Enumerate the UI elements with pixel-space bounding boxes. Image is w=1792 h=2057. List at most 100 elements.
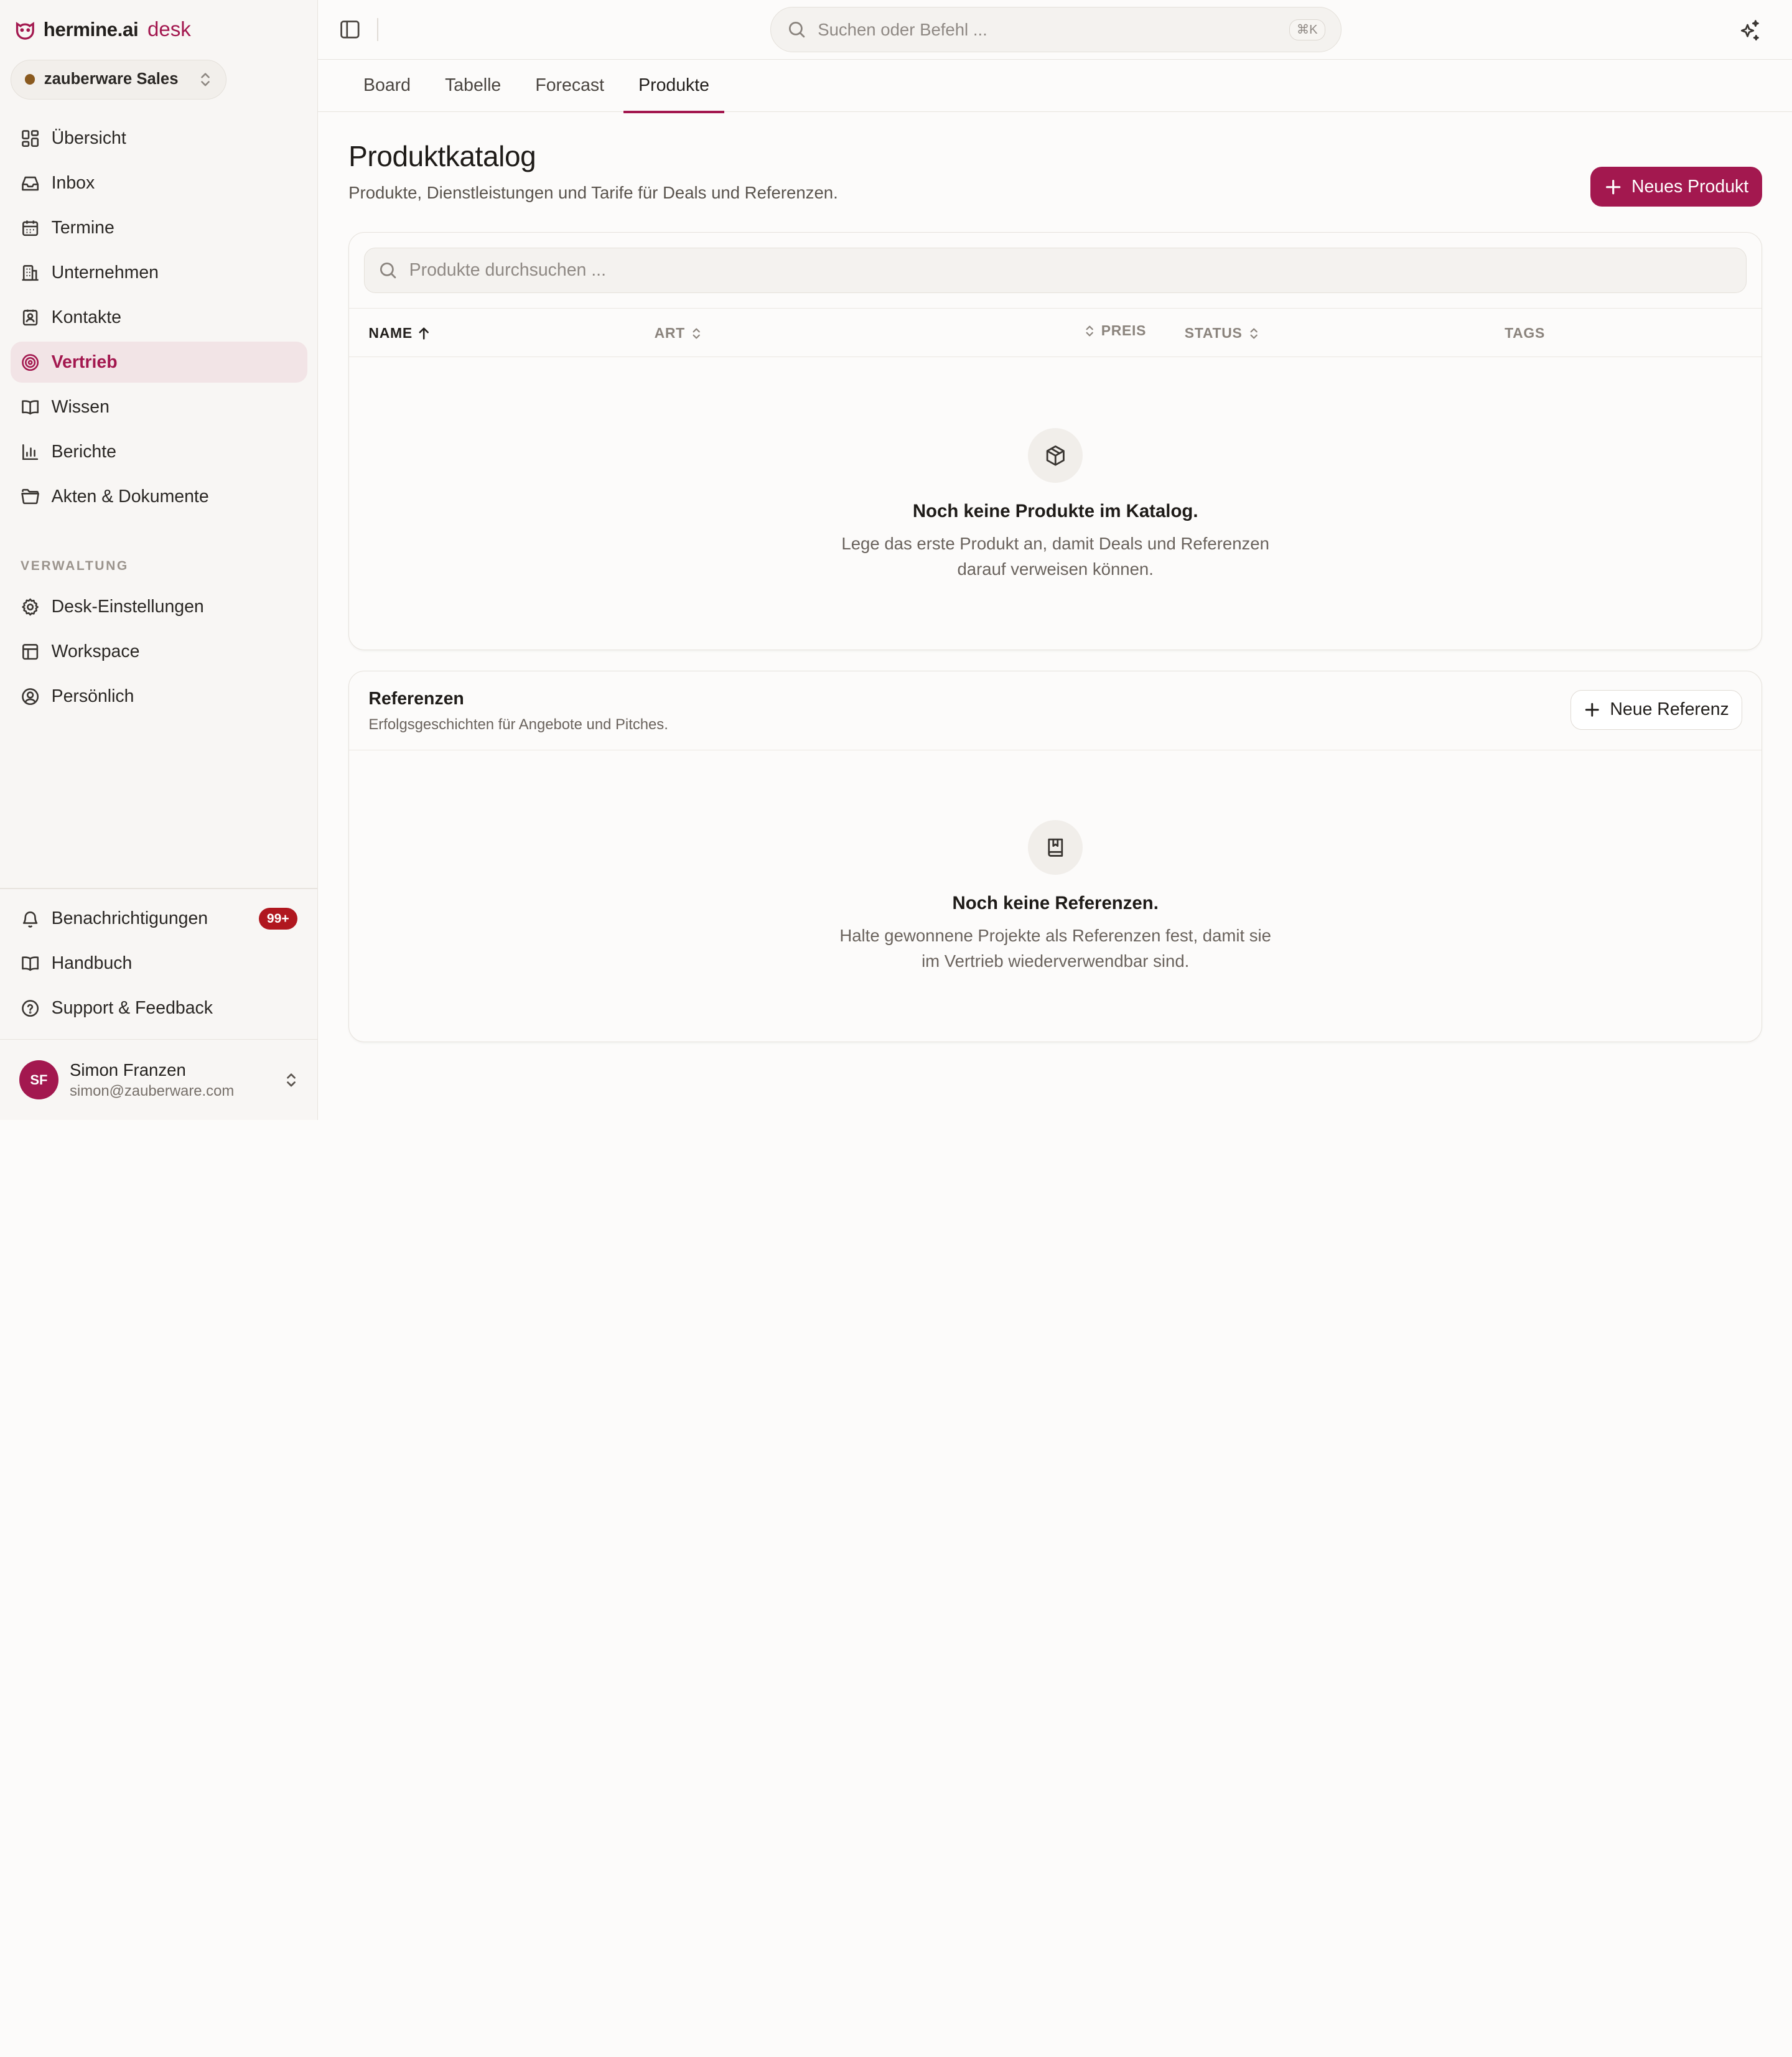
empty-state-line: darauf verweisen können.	[957, 559, 1154, 579]
admin-nav: Desk-Einstellungen Workspace Persönlich	[11, 586, 308, 721]
nav-label: Desk-Einstellungen	[51, 596, 204, 617]
book-icon	[22, 956, 39, 971]
building-icon	[22, 264, 39, 281]
user-email: simon@zauberware.com	[70, 1082, 235, 1099]
workspace-switcher[interactable]: zauberware Sales	[10, 59, 226, 100]
new-product-label: Neues Produkt	[1631, 176, 1749, 197]
nav-item-persoenlich[interactable]: Persönlich	[11, 676, 308, 717]
nav-item-wissen[interactable]: Wissen	[11, 386, 308, 427]
references-title: Referenzen	[368, 688, 464, 709]
references-header: Referenzen Erfolgsgeschichten für Angebo…	[349, 671, 1762, 750]
book-open-icon	[22, 399, 39, 414]
tab-board[interactable]: Board	[348, 60, 426, 112]
package-icon	[1028, 427, 1083, 483]
empty-state-description: Halte gewonnene Projekte als Referenzen …	[349, 923, 1762, 974]
search-icon	[788, 22, 805, 38]
column-label: TAGS	[1505, 325, 1546, 342]
page-subtitle: Produkte, Dienstleistungen und Tarife fü…	[348, 182, 838, 202]
contact-icon	[22, 309, 38, 325]
bell-icon	[22, 912, 38, 928]
main-nav: Übersicht Inbox Termine Unternehmen Kont…	[10, 118, 308, 521]
bar-chart-icon	[22, 444, 39, 460]
calendar-icon	[22, 220, 39, 236]
column-header-preis[interactable]: PREIS	[1084, 306, 1146, 355]
workspace-label: zauberware Sales	[44, 70, 179, 88]
nav-item-desk-einstellungen[interactable]: Desk-Einstellungen	[11, 586, 308, 627]
tab-tabelle[interactable]: Tabelle	[430, 60, 516, 112]
notification-count-badge: 99+	[259, 908, 297, 930]
new-reference-label: Neue Referenz	[1610, 699, 1729, 720]
view-tabs: Board Tabelle Forecast Produkte	[317, 60, 1792, 113]
user-circle-icon	[22, 688, 39, 705]
sparkles-ai-icon[interactable]	[1737, 18, 1762, 43]
nav-label: Inbox	[51, 172, 95, 193]
bookmark-book-icon	[1028, 819, 1083, 875]
nav-item-akten[interactable]: Akten & Dokumente	[11, 476, 308, 517]
references-card: Referenzen Erfolgsgeschichten für Angebo…	[348, 671, 1763, 1043]
workspace-status-dot	[24, 74, 35, 85]
products-empty-state: Noch keine Produkte im Katalog. Lege das…	[349, 427, 1762, 582]
search-icon	[380, 262, 396, 279]
nav-item-kontakte[interactable]: Kontakte	[11, 297, 308, 338]
target-icon	[22, 353, 39, 371]
layout-icon	[22, 643, 39, 660]
column-header-name[interactable]: NAME	[368, 309, 429, 358]
nav-label: Workspace	[51, 641, 140, 661]
inbox-icon	[22, 176, 39, 190]
nav-label: Wissen	[51, 396, 110, 417]
user-name: Simon Franzen	[70, 1060, 186, 1080]
nav-label: Berichte	[51, 441, 116, 462]
empty-state-description: Lege das erste Produkt an, damit Deals u…	[349, 531, 1762, 582]
nav-label: Akten & Dokumente	[51, 486, 209, 506]
brand-logo[interactable]: hermine.ai desk	[14, 16, 191, 44]
empty-state-line: Lege das erste Produkt an, damit Deals u…	[841, 534, 1269, 554]
nav-item-handbuch[interactable]: Handbuch	[11, 943, 308, 984]
nav-item-benachrichtigungen[interactable]: Benachrichtigungen 99+	[11, 898, 308, 940]
chevron-up-down-icon	[287, 1073, 296, 1087]
bottom-nav: Benachrichtigungen 99+ Handbuch Support …	[11, 898, 308, 1033]
nav-label: Übersicht	[51, 128, 126, 148]
search-placeholder: Suchen oder Befehl ...	[818, 19, 987, 39]
references-subtitle: Erfolgsgeschichten für Angebote und Pitc…	[368, 716, 668, 733]
nav-item-support[interactable]: Support & Feedback	[11, 988, 308, 1029]
nav-item-unternehmen[interactable]: Unternehmen	[11, 252, 308, 293]
product-search-placeholder: Produkte durchsuchen ...	[409, 259, 606, 280]
product-search-input[interactable]: Produkte durchsuchen ...	[364, 247, 1747, 294]
topbar: Suchen oder Befehl ... ⌘K	[317, 0, 1792, 60]
plus-icon	[1585, 702, 1599, 717]
column-header-tags: TAGS	[1505, 309, 1545, 358]
sidebar-toggle-icon[interactable]	[338, 18, 362, 41]
shortcut-hint: ⌘K	[1289, 19, 1325, 40]
sort-icon	[1086, 325, 1094, 337]
nav-item-uebersicht[interactable]: Übersicht	[11, 118, 308, 159]
empty-state-line: Halte gewonnene Projekte als Referenzen …	[839, 926, 1271, 946]
tab-forecast[interactable]: Forecast	[520, 60, 618, 112]
avatar: SF	[19, 1060, 58, 1099]
column-header-status[interactable]: STATUS	[1185, 309, 1259, 358]
dashboard-icon	[22, 129, 39, 147]
empty-state-title: Noch keine Produkte im Katalog.	[912, 501, 1198, 522]
nav-item-termine[interactable]: Termine	[11, 207, 308, 248]
empty-state-line: im Vertrieb wiederverwendbar sind.	[922, 951, 1190, 971]
sidebar-divider	[0, 888, 318, 889]
nav-item-berichte[interactable]: Berichte	[11, 431, 308, 472]
nav-item-workspace[interactable]: Workspace	[11, 631, 308, 672]
brand-name: hermine.ai	[43, 18, 139, 40]
product-table-header: NAME ART PREIS STATUS TAGS	[349, 306, 1762, 358]
nav-label: Unternehmen	[51, 262, 159, 282]
page-title: Produktkatalog	[348, 140, 536, 173]
nav-item-inbox[interactable]: Inbox	[11, 162, 308, 203]
global-search-input[interactable]: Suchen oder Befehl ... ⌘K	[770, 7, 1342, 53]
user-menu[interactable]: SF Simon Franzen simon@zauberware.com	[11, 1049, 308, 1111]
tab-produkte[interactable]: Produkte	[623, 60, 724, 113]
nav-label: Handbuch	[51, 953, 133, 974]
column-header-art[interactable]: ART	[655, 309, 702, 358]
sidebar: hermine.ai desk zauberware Sales Übersic…	[0, 0, 318, 1120]
empty-state-title: Noch keine Referenzen.	[952, 893, 1159, 914]
nav-label: Kontakte	[51, 307, 121, 327]
help-icon	[22, 1000, 39, 1017]
new-reference-button[interactable]: Neue Referenz	[1570, 689, 1742, 730]
nav-label: Benachrichtigungen	[51, 908, 208, 929]
nav-item-vertrieb[interactable]: Vertrieb	[10, 342, 308, 383]
new-product-button[interactable]: Neues Produkt	[1590, 167, 1763, 207]
